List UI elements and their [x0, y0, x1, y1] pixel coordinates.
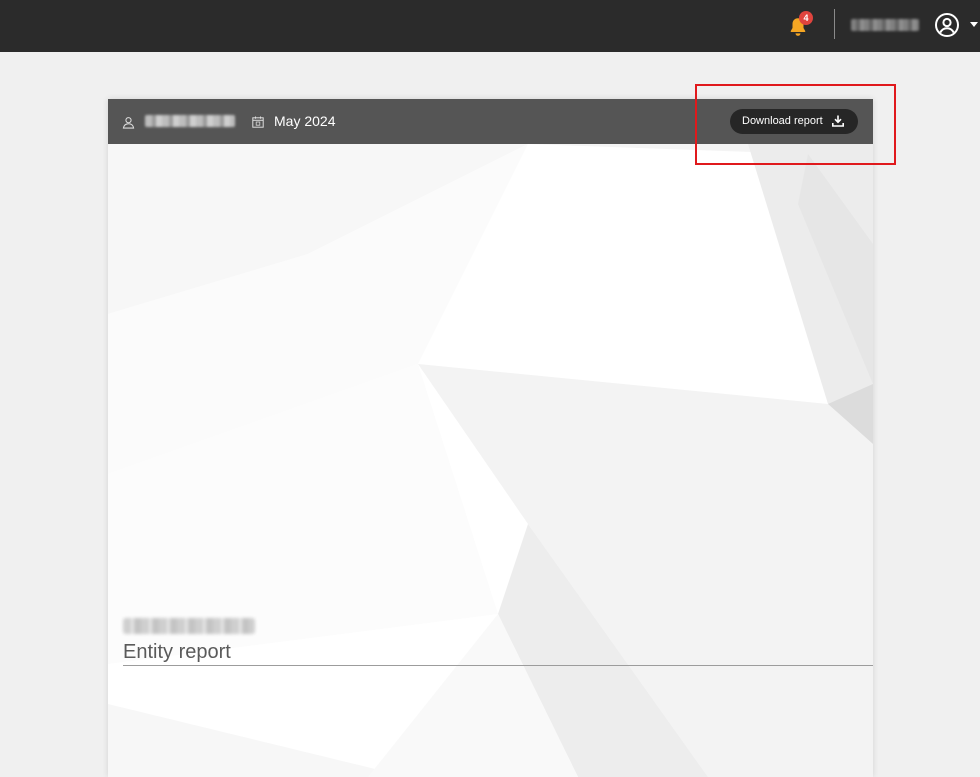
calendar-icon	[252, 116, 264, 128]
download-report-label: Download report	[742, 115, 823, 127]
report-header: May 2024 Download report	[108, 99, 873, 144]
notification-count-badge: 4	[799, 11, 813, 25]
download-icon	[832, 115, 844, 127]
title-divider	[123, 665, 873, 666]
report-card: May 2024 Download report Entity report	[108, 99, 873, 777]
user-icon	[122, 117, 135, 129]
download-report-button[interactable]: Download report	[730, 109, 858, 134]
username-redacted	[851, 19, 919, 31]
top-navigation-bar: 4	[0, 0, 980, 52]
report-cover: Entity report	[108, 144, 873, 777]
user-circle-icon	[935, 13, 959, 37]
cover-background-pattern	[108, 144, 873, 777]
chevron-down-icon	[970, 22, 978, 27]
user-menu-button[interactable]	[934, 12, 980, 40]
report-subtitle: Entity report	[123, 641, 231, 663]
notifications-button[interactable]: 4	[787, 11, 813, 38]
report-period: May 2024	[274, 113, 336, 129]
entity-name-redacted	[123, 618, 255, 634]
topbar-divider	[834, 9, 835, 39]
client-name-redacted	[145, 115, 235, 127]
